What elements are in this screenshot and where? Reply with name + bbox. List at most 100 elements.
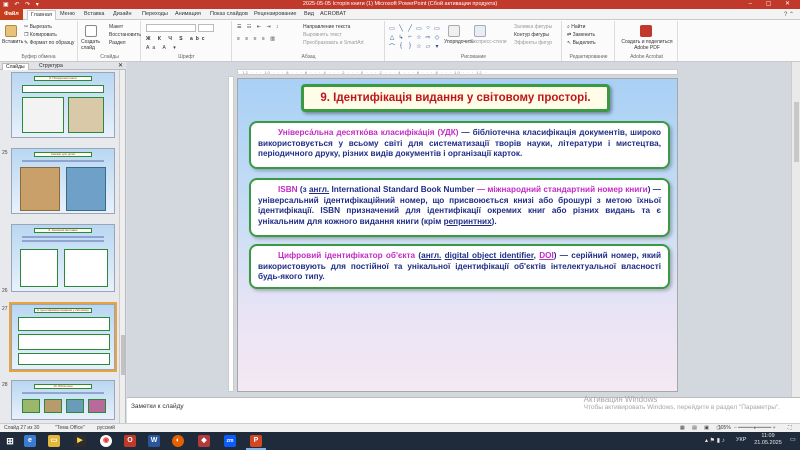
replace-button[interactable]: ⇄ Заменить bbox=[567, 32, 595, 38]
tab-acrobat[interactable]: ACROBAT bbox=[320, 11, 346, 17]
ribbon-tabs: Файл Главная Меню Вставка Дизайн Переход… bbox=[0, 9, 800, 20]
tab-design[interactable]: Дизайн bbox=[113, 11, 132, 17]
create-pdf-button[interactable]: Создать и поделиться Adobe PDF bbox=[618, 39, 676, 51]
section-button[interactable]: Раздел bbox=[109, 40, 126, 46]
app-icon[interactable]: ◆ bbox=[198, 435, 210, 447]
tab-menu[interactable]: Меню bbox=[60, 11, 75, 17]
smartart-button[interactable]: Преобразовать в SmartArt bbox=[303, 40, 364, 46]
panel-tabs: Слайды Структура ✕ bbox=[0, 62, 126, 70]
shape-outline-button[interactable]: Контур фигуры bbox=[514, 32, 549, 38]
opera-icon[interactable]: O bbox=[124, 435, 136, 447]
reset-button[interactable]: Восстановить bbox=[109, 32, 141, 38]
activation-watermark: Активация Windows Чтобы активировать Win… bbox=[583, 395, 780, 412]
slide-number: 28 bbox=[2, 382, 8, 388]
editor-scrollbar[interactable] bbox=[791, 62, 800, 397]
tab-animation[interactable]: Анимация bbox=[175, 11, 201, 17]
group-label-drawing: Рисование bbox=[460, 54, 487, 60]
list-buttons[interactable]: ☰ ☷ ⇤ ⇥ ↕ bbox=[237, 24, 280, 30]
firefox-icon[interactable]: ◐ bbox=[172, 435, 184, 447]
date[interactable]: 21.05.2025 bbox=[752, 440, 784, 446]
font-family-select[interactable] bbox=[146, 24, 196, 32]
tab-review[interactable]: Рецензирование bbox=[254, 11, 296, 17]
clock[interactable]: 11:09 bbox=[754, 433, 782, 439]
tab-view[interactable]: Вид bbox=[304, 11, 314, 17]
doi-textbox[interactable]: Цифровий ідентифікатор об'єкта (англ. di… bbox=[249, 244, 670, 289]
cursor-icon: ↖ bbox=[567, 40, 572, 46]
slide-title[interactable]: 9. Ідентифікація видання у світовому про… bbox=[301, 84, 610, 112]
slide-number: 25 bbox=[2, 150, 8, 156]
copy-button[interactable]: ❐ Копировать bbox=[24, 32, 57, 38]
group-clipboard: Вставить ✂ Вырезать ❐ Копировать ✎ Форма… bbox=[0, 21, 78, 61]
angl-link[interactable]: англ. bbox=[421, 251, 441, 260]
font-format-buttons[interactable]: Ж К Ч S abc bbox=[146, 36, 208, 42]
slide-canvas[interactable]: 9. Ідентифікація видання у світовому про… bbox=[237, 78, 678, 392]
slide-thumbnail[interactable]: 10. Бібліотеки bbox=[11, 380, 115, 420]
language[interactable]: русский bbox=[97, 425, 115, 431]
explorer-icon[interactable]: ▭ bbox=[48, 435, 60, 447]
tab-home[interactable]: Главная bbox=[27, 10, 56, 20]
thumbnail-title: Книжки для дітей bbox=[34, 152, 92, 157]
slide-thumbnail[interactable]: 8. Поширення книги bbox=[11, 72, 115, 138]
tab-insert[interactable]: Вставка bbox=[84, 11, 104, 17]
isbn-textbox[interactable]: ISBN (з англ. International Standard Boo… bbox=[249, 178, 670, 237]
panel-scrollbar[interactable] bbox=[119, 70, 125, 423]
powerpoint-icon[interactable]: P bbox=[250, 435, 262, 447]
udc-textbox[interactable]: Універса́льна десятко́ва класифіка́ція (… bbox=[249, 121, 670, 169]
horizontal-ruler: · 12 · · · 10 · · · 8 · · · 6 · · · 4 · … bbox=[237, 69, 678, 75]
close-icon[interactable]: ✕ bbox=[118, 62, 123, 69]
new-slide-icon[interactable] bbox=[85, 25, 97, 37]
slides-panel: Слайды Структура ✕ 8. Поширення книги 25… bbox=[0, 62, 126, 423]
slide-thumbnail[interactable]: Книжки для дітей bbox=[11, 148, 115, 214]
pdf-icon[interactable] bbox=[640, 25, 652, 37]
zoom-level[interactable]: 105% bbox=[718, 425, 731, 431]
chrome-icon[interactable]: ◉ bbox=[100, 435, 112, 447]
arrange-icon[interactable] bbox=[448, 25, 460, 37]
slide-thumbnail-selected[interactable]: 9. Ідентифікація видання у світовому про… bbox=[9, 302, 117, 372]
align-buttons[interactable]: ≡ ≡ ≡ ≡ ▥ bbox=[237, 36, 277, 42]
notification-icon[interactable]: ▭ bbox=[790, 436, 796, 443]
media-icon[interactable]: ▶ bbox=[74, 435, 86, 447]
brush-icon: ✎ bbox=[24, 40, 29, 46]
reprint-link[interactable]: репринтних bbox=[444, 217, 492, 226]
word-icon[interactable]: W bbox=[148, 435, 160, 447]
angl-link[interactable]: англ. bbox=[309, 185, 329, 194]
select-button[interactable]: ↖ Выделить bbox=[567, 40, 596, 46]
paste-icon[interactable] bbox=[5, 25, 17, 37]
slide-thumbnail[interactable]: 8. Книжкові виставки bbox=[11, 224, 115, 292]
shapes-gallery[interactable]: ▭ ╲ ╱ ▭ ○ ▭ △ ↳ ⌐ ☆ ⇨ ◇ ⌒{} ☆ ▱ ▾ bbox=[388, 24, 440, 51]
zoom-slider[interactable]: – ━━━━━●━━━━━ + bbox=[734, 425, 776, 431]
shape-effects-button[interactable]: Эффекты фигур bbox=[514, 40, 552, 46]
ie-icon[interactable]: e bbox=[24, 435, 36, 447]
quick-styles-icon[interactable] bbox=[474, 25, 486, 37]
notes-placeholder[interactable]: Заметки к слайду bbox=[131, 403, 184, 410]
tab-slides[interactable]: Слайды bbox=[2, 63, 29, 70]
quick-styles-button[interactable]: Экспресс-стили bbox=[470, 39, 507, 45]
tab-slideshow[interactable]: Показ слайдов bbox=[210, 11, 248, 17]
font-size-select[interactable] bbox=[198, 24, 214, 32]
doi-link[interactable]: DOI bbox=[539, 251, 554, 260]
windows-start-icon[interactable]: ⊞ bbox=[4, 435, 16, 447]
fit-slide-icon[interactable]: ⛶ bbox=[788, 425, 792, 431]
binoculars-icon: ⌕ bbox=[567, 24, 570, 30]
zoom-app-icon[interactable]: zm bbox=[224, 435, 236, 447]
new-slide-button[interactable]: Создать слайд bbox=[81, 39, 103, 51]
cut-button[interactable]: ✂ Вырезать bbox=[24, 24, 52, 30]
tab-transitions[interactable]: Переходы bbox=[142, 11, 168, 17]
format-painter-button[interactable]: ✎ Формат по образцу bbox=[24, 40, 74, 46]
align-text-button[interactable]: Выровнять текст bbox=[303, 32, 342, 38]
find-button[interactable]: ⌕ Найти bbox=[567, 24, 585, 30]
paste-button[interactable]: Вставить bbox=[2, 39, 23, 45]
tab-outline[interactable]: Структура bbox=[36, 63, 66, 69]
thumbnail-title: 9. Ідентифікація видання у світовому про… bbox=[34, 308, 92, 313]
font-color-buttons[interactable]: Aa А ▾ bbox=[146, 45, 179, 51]
layout-button[interactable]: Макет bbox=[109, 24, 123, 30]
keyboard-language[interactable]: УКР bbox=[736, 437, 746, 443]
tab-file[interactable]: Файл bbox=[0, 9, 23, 20]
doi-full-link[interactable]: digital object identifier bbox=[445, 251, 534, 260]
shape-fill-button[interactable]: Заливка фигуры bbox=[514, 24, 552, 30]
window-controls[interactable]: – ▢ ✕ bbox=[749, 0, 796, 7]
slide-counter: Слайд 27 из 30 bbox=[4, 425, 40, 431]
tray-icons[interactable]: ▴ ⚑ ▮ ♪ bbox=[705, 437, 725, 444]
text-direction-button[interactable]: Направление текста bbox=[303, 24, 350, 30]
help-icon[interactable]: ? ⌃ bbox=[784, 11, 794, 18]
